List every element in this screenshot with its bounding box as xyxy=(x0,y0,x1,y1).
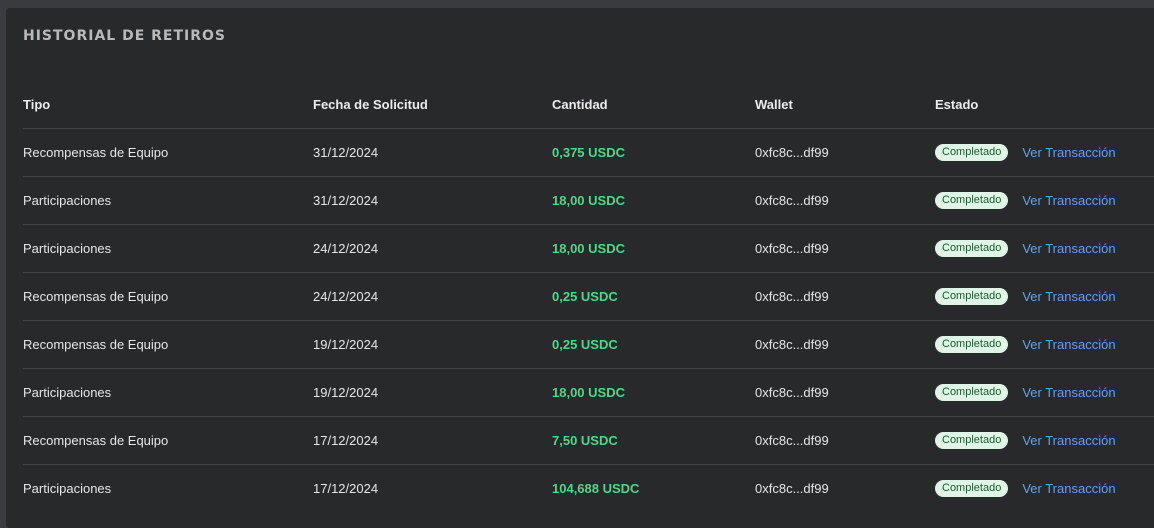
cell-cantidad: 104,688 USDC xyxy=(552,481,640,496)
cell-tipo: Participaciones xyxy=(23,368,313,417)
cell-estado: Completado Ver Transacción xyxy=(935,416,1154,465)
cell-wallet: 0xfc8c...df99 xyxy=(755,416,935,465)
cell-estado: Completado Ver Transacción xyxy=(935,224,1154,273)
status-badge: Completado xyxy=(935,336,1009,354)
header-tipo: Tipo xyxy=(23,80,313,129)
cell-wallet: 0xfc8c...df99 xyxy=(755,128,935,177)
cell-cantidad: 7,50 USDC xyxy=(552,416,755,465)
cell-fecha: 17/12/2024 xyxy=(313,481,379,496)
table-row: Recompensas de Equipo 31/12/2024 0,375 USD… xyxy=(23,128,1154,177)
cell-fecha: 19/12/2024 xyxy=(313,320,552,369)
table-row: Participaciones 17/12/2024 104,688 USDC 0xf… xyxy=(23,465,1154,513)
status-badge: Completado xyxy=(935,288,1009,306)
table-row: Participaciones 24/12/2024 18,00 USDC 0xfc8… xyxy=(23,224,1154,273)
cell-wallet: 0xfc8c...df99 xyxy=(755,481,829,496)
cell-tipo: Participaciones xyxy=(23,224,313,273)
status-badge: Completado xyxy=(935,240,1009,258)
header-cantidad: Cantidad xyxy=(552,80,755,129)
cell-tipo: Recompensas de Equipo xyxy=(23,320,313,369)
cell-cantidad: 18,00 USDC xyxy=(552,224,755,273)
table-row: Recompensas de Equipo 19/12/2024 0,25 USDC… xyxy=(23,320,1154,369)
cell-cantidad: 0,25 USDC xyxy=(552,320,755,369)
cell-estado: Completado Ver Transacción xyxy=(935,320,1154,369)
cell-estado: Completado Ver Transacción xyxy=(935,368,1154,417)
view-transaction-link[interactable]: Ver Transacción xyxy=(1022,145,1115,160)
cell-tipo: Recompensas de Equipo xyxy=(23,128,313,177)
table-row: Recompensas de Equipo 17/12/2024 7,50 USDC… xyxy=(23,416,1154,465)
cell-fecha: 17/12/2024 xyxy=(313,416,552,465)
cell-fecha: 19/12/2024 xyxy=(313,368,552,417)
status-badge: Completado xyxy=(935,384,1009,402)
cell-tipo: Recompensas de Equipo xyxy=(23,272,313,321)
cell-estado: Completado Ver Transacción xyxy=(935,176,1154,225)
panel-title: HISTORIAL DE RETIROS xyxy=(23,28,227,44)
cell-wallet: 0xfc8c...df99 xyxy=(755,176,935,225)
cell-wallet: 0xfc8c...df99 xyxy=(755,224,935,273)
withdrawal-history-panel: HISTORIAL DE RETIROS Tipo Fecha de Solic… xyxy=(6,8,1154,528)
cell-cantidad: 0,25 USDC xyxy=(552,272,755,321)
cell-wallet: 0xfc8c...df99 xyxy=(755,272,935,321)
cell-estado: Completado Ver Transacción xyxy=(935,272,1154,321)
cell-cantidad: 18,00 USDC xyxy=(552,368,755,417)
cell-estado: Completado Ver Transacción xyxy=(935,128,1154,177)
withdrawal-table: Tipo Fecha de Solicitud Cantidad Wallet … xyxy=(23,80,1154,512)
header-fecha: Fecha de Solicitud xyxy=(313,80,552,129)
view-transaction-link[interactable]: Ver Transacción xyxy=(1022,385,1115,400)
cell-wallet: 0xfc8c...df99 xyxy=(755,320,935,369)
cell-tipo: Participaciones xyxy=(23,481,112,496)
view-transaction-link[interactable]: Ver Transacción xyxy=(1022,481,1115,496)
cell-fecha: 24/12/2024 xyxy=(313,224,552,273)
status-badge: Completado xyxy=(935,144,1009,162)
cell-fecha: 31/12/2024 xyxy=(313,128,552,177)
view-transaction-link[interactable]: Ver Transacción xyxy=(1022,193,1115,208)
cell-cantidad: 18,00 USDC xyxy=(552,176,755,225)
table-row: Participaciones 19/12/2024 18,00 USDC 0xfc8… xyxy=(23,368,1154,417)
table-row: Participaciones 31/12/2024 18,00 USDC 0xfc8… xyxy=(23,176,1154,225)
cell-fecha: 31/12/2024 xyxy=(313,176,552,225)
cell-tipo: Recompensas de Equipo xyxy=(23,416,313,465)
cell-wallet: 0xfc8c...df99 xyxy=(755,368,935,417)
status-badge: Completado xyxy=(935,480,1009,498)
table-row: Recompensas de Equipo 24/12/2024 0,25 USDC… xyxy=(23,272,1154,321)
cell-cantidad: 0,375 USDC xyxy=(552,128,755,177)
view-transaction-link[interactable]: Ver Transacción xyxy=(1022,433,1115,448)
cell-fecha: 24/12/2024 xyxy=(313,272,552,321)
status-badge: Completado xyxy=(935,192,1009,210)
view-transaction-link[interactable]: Ver Transacción xyxy=(1022,289,1115,304)
view-transaction-link[interactable]: Ver Transacción xyxy=(1022,337,1115,352)
header-estado: Estado xyxy=(935,80,1154,129)
cell-estado: Completado Ver Transacción xyxy=(935,465,1154,513)
cell-tipo: Participaciones xyxy=(23,176,313,225)
view-transaction-link[interactable]: Ver Transacción xyxy=(1022,241,1115,256)
header-wallet: Wallet xyxy=(755,80,935,129)
status-badge: Completado xyxy=(935,432,1009,450)
table-header-row: Tipo Fecha de Solicitud Cantidad Wallet … xyxy=(23,80,1154,129)
